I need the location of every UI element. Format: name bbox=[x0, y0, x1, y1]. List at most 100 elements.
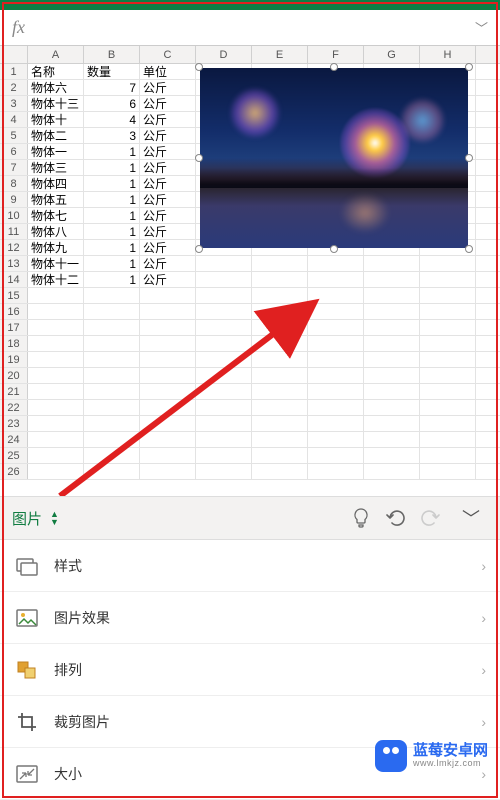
cell[interactable] bbox=[252, 256, 308, 271]
cell[interactable] bbox=[252, 304, 308, 319]
cell[interactable]: 物体十一 bbox=[28, 256, 84, 271]
row-header[interactable]: 23 bbox=[0, 416, 28, 431]
table-row[interactable]: 15 bbox=[0, 288, 500, 304]
cell[interactable]: 物体二 bbox=[28, 128, 84, 143]
cell[interactable] bbox=[252, 352, 308, 367]
cell[interactable] bbox=[420, 384, 476, 399]
row-header[interactable]: 22 bbox=[0, 400, 28, 415]
table-row[interactable]: 22 bbox=[0, 400, 500, 416]
cell[interactable]: 物体三 bbox=[28, 160, 84, 175]
row-header[interactable]: 7 bbox=[0, 160, 28, 175]
cell[interactable]: 公斤 bbox=[140, 160, 196, 175]
cell[interactable] bbox=[28, 304, 84, 319]
cell[interactable] bbox=[420, 272, 476, 287]
cell[interactable] bbox=[196, 400, 252, 415]
formula-expand-icon[interactable]: ﹀ bbox=[469, 18, 494, 37]
cell[interactable]: 公斤 bbox=[140, 224, 196, 239]
cell[interactable] bbox=[196, 304, 252, 319]
cell[interactable] bbox=[364, 432, 420, 447]
cell[interactable] bbox=[28, 336, 84, 351]
menu-item-effects[interactable]: 图片效果 › bbox=[0, 592, 500, 644]
cell[interactable] bbox=[420, 336, 476, 351]
cell[interactable] bbox=[308, 432, 364, 447]
col-header[interactable]: D bbox=[196, 46, 252, 63]
col-header[interactable]: A bbox=[28, 46, 84, 63]
cell[interactable] bbox=[364, 288, 420, 303]
cell[interactable] bbox=[420, 288, 476, 303]
row-header[interactable]: 18 bbox=[0, 336, 28, 351]
resize-handle[interactable] bbox=[195, 154, 203, 162]
cell[interactable]: 公斤 bbox=[140, 256, 196, 271]
chevron-down-icon[interactable]: ﹀ bbox=[454, 505, 488, 531]
cell[interactable]: 1 bbox=[84, 160, 140, 175]
cell[interactable] bbox=[364, 368, 420, 383]
cell[interactable] bbox=[84, 320, 140, 335]
cell[interactable]: 公斤 bbox=[140, 272, 196, 287]
cell[interactable] bbox=[308, 288, 364, 303]
cell[interactable] bbox=[308, 256, 364, 271]
row-header[interactable]: 21 bbox=[0, 384, 28, 399]
row-header[interactable]: 16 bbox=[0, 304, 28, 319]
resize-handle[interactable] bbox=[465, 63, 473, 71]
cell[interactable] bbox=[196, 320, 252, 335]
formula-input[interactable] bbox=[31, 14, 469, 42]
cell[interactable]: 1 bbox=[84, 224, 140, 239]
cell[interactable] bbox=[364, 416, 420, 431]
cell[interactable] bbox=[420, 400, 476, 415]
cell[interactable] bbox=[364, 400, 420, 415]
cell[interactable]: 物体十 bbox=[28, 112, 84, 127]
cell[interactable] bbox=[364, 304, 420, 319]
cell[interactable]: 物体十二 bbox=[28, 272, 84, 287]
col-header[interactable]: H bbox=[420, 46, 476, 63]
cell[interactable]: 7 bbox=[84, 80, 140, 95]
cell[interactable] bbox=[28, 384, 84, 399]
cell[interactable]: 物体八 bbox=[28, 224, 84, 239]
cell[interactable] bbox=[364, 336, 420, 351]
table-row[interactable]: 16 bbox=[0, 304, 500, 320]
cell[interactable] bbox=[140, 352, 196, 367]
row-header[interactable]: 6 bbox=[0, 144, 28, 159]
table-row[interactable]: 23 bbox=[0, 416, 500, 432]
cell[interactable] bbox=[28, 448, 84, 463]
table-row[interactable]: 21 bbox=[0, 384, 500, 400]
row-header[interactable]: 26 bbox=[0, 464, 28, 479]
cell[interactable]: 3 bbox=[84, 128, 140, 143]
cell[interactable] bbox=[196, 352, 252, 367]
cell[interactable] bbox=[364, 256, 420, 271]
cell[interactable] bbox=[140, 368, 196, 383]
cell[interactable] bbox=[252, 288, 308, 303]
row-header[interactable]: 1 bbox=[0, 64, 28, 79]
cell[interactable] bbox=[308, 464, 364, 479]
row-header[interactable]: 19 bbox=[0, 352, 28, 367]
cell[interactable] bbox=[364, 352, 420, 367]
menu-item-styles[interactable]: 样式 › bbox=[0, 540, 500, 592]
table-row[interactable]: 25 bbox=[0, 448, 500, 464]
cell[interactable] bbox=[308, 352, 364, 367]
cell[interactable] bbox=[196, 368, 252, 383]
cell[interactable]: 物体七 bbox=[28, 208, 84, 223]
cell[interactable] bbox=[252, 384, 308, 399]
cell[interactable] bbox=[84, 384, 140, 399]
cell[interactable] bbox=[196, 384, 252, 399]
resize-handle[interactable] bbox=[330, 245, 338, 253]
resize-handle[interactable] bbox=[465, 245, 473, 253]
row-header[interactable]: 11 bbox=[0, 224, 28, 239]
cell[interactable] bbox=[308, 272, 364, 287]
cell[interactable]: 1 bbox=[84, 256, 140, 271]
menu-item-arrange[interactable]: 排列 › bbox=[0, 644, 500, 696]
resize-handle[interactable] bbox=[465, 154, 473, 162]
cell[interactable] bbox=[196, 464, 252, 479]
tab-picture[interactable]: 图片 ▲▼ bbox=[12, 508, 59, 529]
row-header[interactable]: 9 bbox=[0, 192, 28, 207]
row-header[interactable]: 3 bbox=[0, 96, 28, 111]
cell[interactable]: 1 bbox=[84, 240, 140, 255]
cell[interactable] bbox=[140, 400, 196, 415]
cell[interactable] bbox=[420, 304, 476, 319]
cell[interactable] bbox=[28, 416, 84, 431]
resize-handle[interactable] bbox=[195, 63, 203, 71]
resize-handle[interactable] bbox=[195, 245, 203, 253]
cell[interactable] bbox=[196, 288, 252, 303]
select-all-corner[interactable] bbox=[0, 46, 28, 63]
cell[interactable] bbox=[140, 320, 196, 335]
cell[interactable]: 物体一 bbox=[28, 144, 84, 159]
